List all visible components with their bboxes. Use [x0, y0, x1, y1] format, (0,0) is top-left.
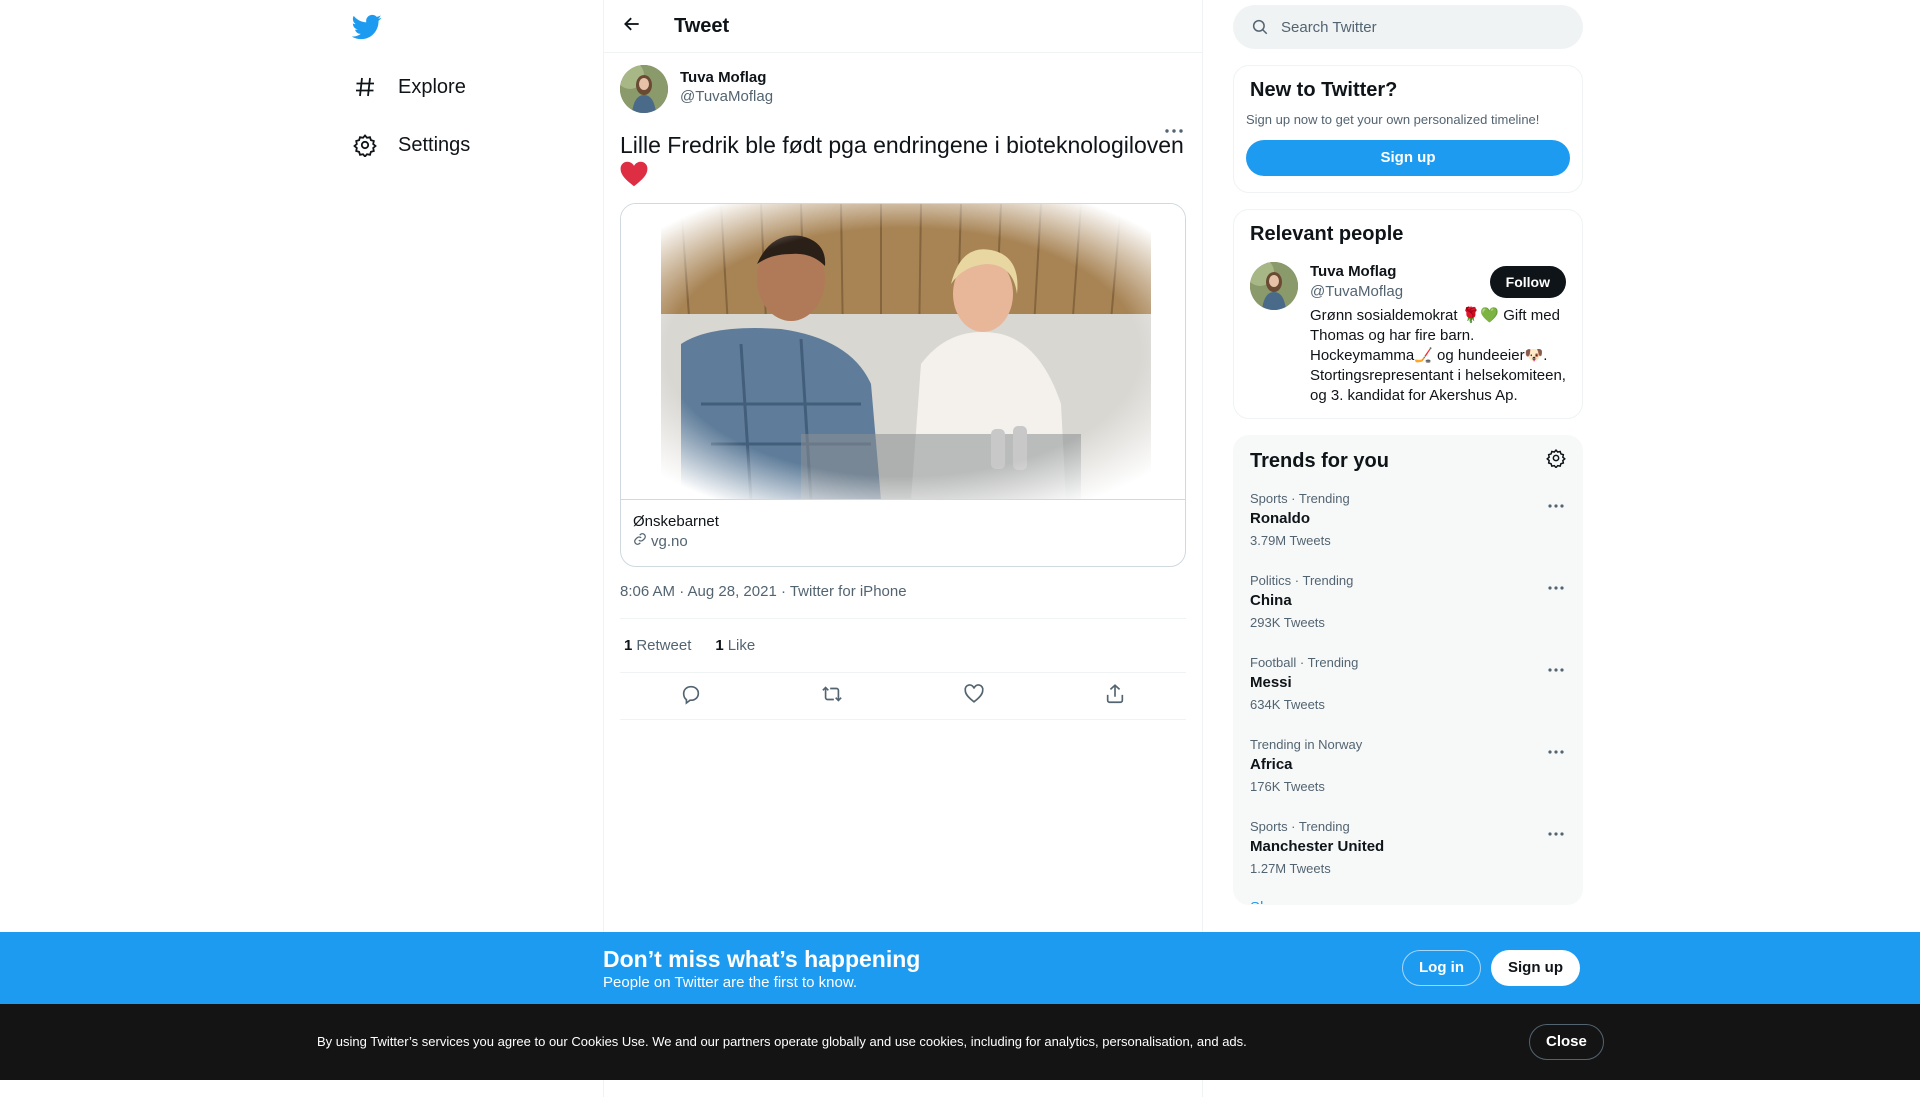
search-input[interactable]: [1281, 18, 1541, 36]
arrow-left-icon: [622, 14, 642, 39]
more-dots-icon[interactable]: [1548, 823, 1564, 841]
trends-title: Trends for you: [1250, 449, 1389, 472]
tweet-text: Lille Fredrik ble født pga endringene i …: [620, 131, 1186, 193]
trend-item[interactable]: Sports · Trending Manchester United 1.27…: [1234, 807, 1582, 889]
gear-icon: [1546, 448, 1566, 473]
trend-count: 634K Tweets: [1250, 697, 1325, 712]
like-count-link[interactable]: 1 Like: [711, 637, 755, 654]
gear-icon: [352, 132, 378, 158]
trend-count: 176K Tweets: [1250, 779, 1325, 794]
log-in-button[interactable]: Log in: [1402, 950, 1481, 986]
retweet-count: 1: [624, 637, 633, 654]
like-count: 1: [715, 637, 724, 654]
tweet-header: Tweet: [604, 0, 1202, 53]
tweet-actions: [620, 673, 1186, 720]
search-bar[interactable]: [1233, 5, 1583, 49]
tweet: Tuva Moflag @TuvaMoflag Lille Fredrik bl…: [604, 53, 1202, 720]
retweet-count-link[interactable]: 1 Retweet: [620, 637, 691, 654]
person-bio: Grønn sosialdemokrat 🌹💚 Gift med Thomas …: [1310, 307, 1566, 404]
tweet-body: Lille Fredrik ble født pga endringene i …: [620, 132, 1184, 158]
new-to-twitter-title: New to Twitter?: [1250, 79, 1398, 101]
banner-subtitle: People on Twitter are the first to know.: [603, 974, 858, 991]
card-domain-text: vg.no: [651, 533, 688, 550]
trend-count: 1.27M Tweets: [1250, 861, 1331, 876]
tweet-timestamp[interactable]: 8:06 AM · Aug 28, 2021 · Twitter for iPh…: [620, 583, 1186, 619]
trend-name: Africa: [1250, 756, 1293, 773]
heart-outline-icon: [963, 683, 985, 710]
cookie-text: By using Twitter’s services you agree to…: [317, 1034, 1247, 1049]
trend-name: Manchester United: [1250, 838, 1385, 855]
signup-banner: Don’t miss what’s happening People on Tw…: [0, 932, 1920, 1004]
trend-count: 3.79M Tweets: [1250, 533, 1331, 548]
retweet-button[interactable]: [815, 679, 849, 713]
nav-explore[interactable]: Explore: [352, 67, 466, 107]
trends-settings-button[interactable]: [1546, 448, 1566, 473]
author-name[interactable]: Tuva Moflag: [680, 69, 773, 87]
card-title: Ønskebarnet: [633, 513, 719, 530]
card-domain: vg.no: [633, 532, 1173, 552]
nav-settings-label: Settings: [398, 133, 471, 156]
hashtag-icon: [352, 74, 378, 100]
tweet-stats: 1 Retweet 1 Like: [620, 619, 1186, 673]
like-label: Like: [727, 637, 756, 654]
cookie-bar: By using Twitter’s services you agree to…: [0, 1004, 1920, 1080]
trend-category: Football · Trending: [1250, 655, 1359, 670]
avatar[interactable]: [1250, 262, 1298, 310]
trend-item[interactable]: Football · Trending Messi 634K Tweets: [1234, 643, 1582, 725]
nav-explore-label: Explore: [398, 75, 466, 98]
sign-up-button[interactable]: Sign up: [1246, 140, 1570, 176]
trend-name: China: [1250, 592, 1292, 609]
new-to-twitter-box: New to Twitter? Sign up now to get your …: [1233, 65, 1583, 193]
close-cookie-button[interactable]: Close: [1529, 1024, 1604, 1060]
share-button[interactable]: [1098, 679, 1132, 713]
banner-title: Don’t miss what’s happening: [603, 946, 921, 972]
more-options-button[interactable]: [1162, 119, 1186, 139]
trend-count: 293K Tweets: [1250, 615, 1325, 630]
back-button[interactable]: [612, 6, 652, 46]
link-icon: [633, 532, 647, 552]
trend-category: Sports · Trending: [1250, 491, 1350, 506]
trend-category: Trending in Norway: [1250, 737, 1363, 752]
relevant-people-box: Relevant people Tuva Moflag @TuvaMoflag …: [1233, 209, 1583, 419]
trend-category: Sports · Trending: [1250, 819, 1350, 834]
nav-settings[interactable]: Settings: [352, 125, 470, 165]
show-more-link[interactable]: Show more: [1234, 889, 1582, 904]
heart-emoji-icon: [620, 161, 648, 193]
relevant-people-title: Relevant people: [1250, 223, 1404, 245]
like-button[interactable]: [957, 679, 991, 713]
search-icon: [1251, 17, 1271, 37]
tweet-author: Tuva Moflag @TuvaMoflag: [620, 53, 1186, 117]
share-icon: [1104, 683, 1126, 710]
more-dots-icon[interactable]: [1548, 577, 1564, 595]
card-image: [621, 204, 1185, 500]
retweet-icon: [821, 683, 843, 710]
avatar[interactable]: [620, 65, 668, 113]
page-title: Tweet: [674, 14, 730, 37]
retweet-label: Retweet: [636, 637, 692, 654]
relevant-person[interactable]: Tuva Moflag @TuvaMoflag Grønn sosialdemo…: [1234, 246, 1582, 418]
banner-sign-up-button[interactable]: Sign up: [1491, 950, 1580, 986]
more-dots-icon[interactable]: [1548, 495, 1564, 513]
trend-name: Ronaldo: [1250, 510, 1310, 527]
author-handle[interactable]: @TuvaMoflag: [680, 87, 773, 107]
more-dots-icon: [1165, 120, 1183, 138]
more-dots-icon[interactable]: [1548, 741, 1564, 759]
trend-name: Messi: [1250, 674, 1292, 691]
trend-item[interactable]: Sports · Trending Ronaldo 3.79M Tweets: [1234, 479, 1582, 561]
follow-button[interactable]: Follow: [1489, 266, 1566, 298]
trend-category: Politics · Trending: [1250, 573, 1354, 588]
right-sidebar: New to Twitter? Sign up now to get your …: [1233, 0, 1583, 905]
reply-icon: [680, 683, 702, 710]
more-dots-icon[interactable]: [1548, 659, 1564, 677]
trend-item[interactable]: Politics · Trending China 293K Tweets: [1234, 561, 1582, 643]
link-card[interactable]: Ønskebarnet vg.no: [620, 203, 1186, 567]
trend-item[interactable]: Trending in Norway Africa 176K Tweets: [1234, 725, 1582, 807]
twitter-bird-icon[interactable]: [351, 12, 382, 42]
reply-button[interactable]: [674, 679, 708, 713]
trends-box: Trends for you Sports · Trending Ronaldo…: [1233, 435, 1583, 905]
new-to-twitter-subtitle: Sign up now to get your own personalized…: [1246, 112, 1540, 127]
